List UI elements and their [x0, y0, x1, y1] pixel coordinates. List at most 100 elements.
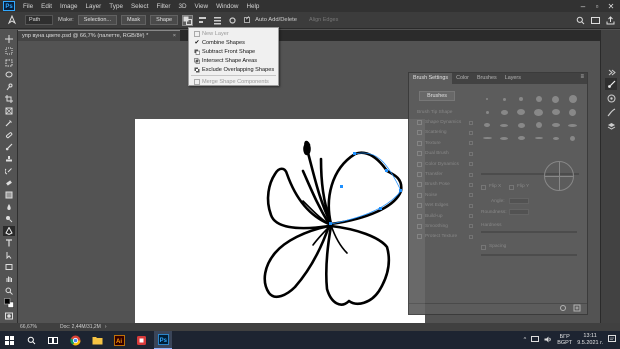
- color-swatches-icon[interactable]: [3, 298, 15, 308]
- menu-item-exclude-overlapping-shapes[interactable]: Exclude Overlapping Shapes: [189, 65, 278, 74]
- zoom-level[interactable]: 66,67%: [20, 324, 44, 330]
- brush-tip[interactable]: [565, 106, 581, 118]
- layers-panel-icon[interactable]: [605, 120, 617, 132]
- brush-settings-panel-icon[interactable]: [605, 78, 617, 90]
- tray-chevron-icon[interactable]: ^: [524, 337, 527, 343]
- color-panel-icon[interactable]: [605, 92, 617, 104]
- brush-tip[interactable]: [565, 132, 581, 144]
- brush-tip[interactable]: [479, 93, 495, 105]
- brush-tip[interactable]: [479, 132, 495, 144]
- frame-tool-icon[interactable]: [3, 106, 15, 116]
- make-selection-button[interactable]: Selection...: [77, 15, 118, 25]
- make-shape-button[interactable]: Shape: [150, 15, 179, 25]
- search-icon[interactable]: [574, 14, 586, 26]
- tab-brushes[interactable]: Brushes: [473, 73, 501, 84]
- setting-protect-texture[interactable]: Protect Texture: [417, 232, 473, 242]
- brush-tip[interactable]: [530, 119, 546, 131]
- setting-texture[interactable]: Texture: [417, 138, 473, 148]
- brush-tip[interactable]: [496, 93, 512, 105]
- lock-icon[interactable]: [469, 234, 473, 239]
- path-selection-tool-icon[interactable]: [3, 250, 15, 260]
- make-mask-button[interactable]: Mask: [121, 15, 147, 25]
- setting-checkbox[interactable]: [417, 161, 422, 167]
- flip-x-checkbox[interactable]: [481, 185, 486, 190]
- setting-checkbox[interactable]: [417, 192, 422, 198]
- gradient-tool-icon[interactable]: [3, 190, 15, 200]
- task-view-icon[interactable]: [44, 331, 62, 349]
- setting-checkbox[interactable]: [417, 223, 422, 229]
- notification-icon[interactable]: [608, 335, 616, 345]
- artboard-tool-icon[interactable]: [3, 46, 15, 56]
- setting-noise[interactable]: Noise: [417, 190, 473, 200]
- pen-tool-icon[interactable]: [3, 226, 15, 236]
- brush-tip[interactable]: [548, 106, 564, 118]
- setting-scattering[interactable]: Scattering: [417, 128, 473, 138]
- toggle-preview-icon[interactable]: [559, 304, 567, 314]
- status-arrow-icon[interactable]: ›: [105, 324, 107, 330]
- brush-tip[interactable]: [530, 106, 546, 118]
- setting-checkbox[interactable]: [417, 182, 422, 188]
- setting-checkbox[interactable]: [417, 151, 422, 157]
- move-tool-icon[interactable]: [3, 34, 15, 44]
- flip-y-checkbox[interactable]: [509, 185, 514, 190]
- eyedropper-tool-icon[interactable]: [3, 118, 15, 128]
- menu-select[interactable]: Select: [127, 3, 153, 10]
- brush-tip[interactable]: [548, 93, 564, 105]
- menu-edit[interactable]: Edit: [37, 3, 56, 10]
- healing-brush-tool-icon[interactable]: [3, 130, 15, 140]
- brushes-button[interactable]: Brushes: [419, 91, 455, 101]
- windows-start-icon[interactable]: [0, 331, 18, 349]
- zoom-tool-icon[interactable]: [3, 286, 15, 296]
- menu-image[interactable]: Image: [56, 3, 82, 10]
- collapse-panels-icon[interactable]: [605, 66, 617, 78]
- file-explorer-icon[interactable]: [88, 331, 106, 349]
- history-brush-tool-icon[interactable]: [3, 166, 15, 176]
- type-tool-icon[interactable]: [3, 238, 15, 248]
- setting-transfer[interactable]: Transfer: [417, 169, 473, 179]
- brush-tip[interactable]: [530, 93, 546, 105]
- tab-brush-settings[interactable]: Brush Settings: [409, 73, 453, 84]
- clock[interactable]: 13:11 9.5.2021 г.: [577, 333, 603, 347]
- menu-window[interactable]: Window: [212, 3, 242, 10]
- brush-tip[interactable]: [496, 132, 512, 144]
- volume-icon[interactable]: [544, 336, 552, 345]
- lock-icon[interactable]: [469, 162, 473, 167]
- spacing-checkbox[interactable]: [481, 245, 486, 250]
- lock-icon[interactable]: [469, 182, 473, 187]
- menu-3d[interactable]: 3D: [174, 3, 190, 10]
- rectangle-tool-icon[interactable]: [3, 262, 15, 272]
- path-operations-icon[interactable]: [182, 14, 194, 26]
- photoshop-taskbar-icon[interactable]: Ps: [154, 331, 172, 349]
- brush-angle-preview[interactable]: [544, 161, 574, 191]
- menu-item-subtract-front-shape[interactable]: Subtract Front Shape: [189, 47, 278, 56]
- setting-smoothing[interactable]: Smoothing: [417, 221, 473, 231]
- crop-tool-icon[interactable]: [3, 94, 15, 104]
- tool-mode-select[interactable]: Path: [25, 15, 53, 25]
- clone-stamp-tool-icon[interactable]: [3, 154, 15, 164]
- setting-brush-pose[interactable]: Brush Pose: [417, 180, 473, 190]
- lock-icon[interactable]: [469, 193, 473, 198]
- hardness-slider[interactable]: [481, 231, 577, 233]
- brush-tip[interactable]: [530, 132, 546, 144]
- tab-layers[interactable]: Layers: [501, 73, 525, 84]
- document-tab[interactable]: упр вуна цвете.psd @ 66,7% (палетте, RGB…: [18, 30, 180, 41]
- lock-icon[interactable]: [469, 214, 473, 219]
- document-close-icon[interactable]: ×: [173, 31, 176, 41]
- menu-layer[interactable]: Layer: [82, 3, 106, 10]
- setting-shape-dynamics[interactable]: Shape Dynamics: [417, 117, 473, 127]
- setting-wet-edges[interactable]: Wet Edges: [417, 201, 473, 211]
- brush-tip[interactable]: [496, 106, 512, 118]
- brush-tip[interactable]: [513, 93, 529, 105]
- marquee-tool-icon[interactable]: [3, 58, 15, 68]
- minimize-icon[interactable]: –: [576, 2, 590, 11]
- new-brush-icon[interactable]: [573, 304, 581, 314]
- setting-checkbox[interactable]: [417, 213, 422, 219]
- setting-checkbox[interactable]: [417, 203, 422, 209]
- lock-icon[interactable]: [469, 151, 473, 156]
- setting-dual-brush[interactable]: Dual Brush: [417, 149, 473, 159]
- brush-tip[interactable]: [513, 106, 529, 118]
- lock-icon[interactable]: [469, 203, 473, 208]
- close-icon[interactable]: ✕: [604, 2, 618, 11]
- menu-filter[interactable]: Filter: [152, 3, 174, 10]
- menu-item-intersect-shape-areas[interactable]: Intersect Shape Areas: [189, 56, 278, 65]
